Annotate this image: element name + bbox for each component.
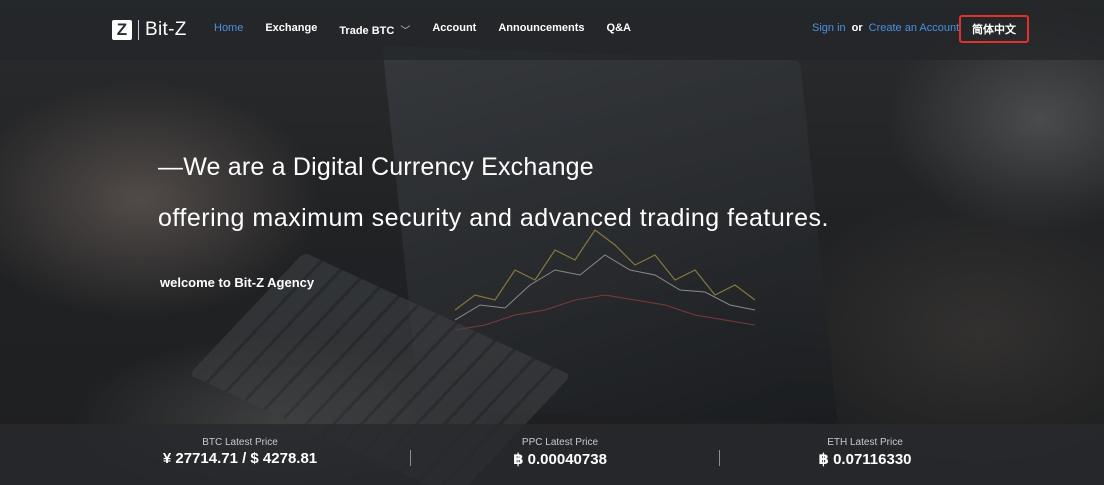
price-divider [410,450,411,466]
nav-item-home[interactable]: Home [214,22,243,37]
nav-item-trade-btc[interactable]: Trade BTC ﹀ [339,22,410,37]
price-divider [719,450,720,466]
language-switch-button[interactable]: 简体中文 [959,15,1029,43]
btc-price-value: ¥ 27714.71 / $ 4278.81 [162,450,318,467]
eth-price-block[interactable]: ETH Latest Price ฿ 0.07116330 [775,437,955,468]
create-account-link[interactable]: Create an Account [869,22,960,34]
ppc-price-label: PPC Latest Price [521,437,599,448]
btc-price-block[interactable]: BTC Latest Price ¥ 27714.71 / $ 4278.81 [140,437,340,467]
top-navbar: Z Bit-Z Home Exchange Trade BTC ﹀ Account… [0,0,1104,60]
hero-headline-line1: —We are a Digital Currency Exchange [158,153,594,181]
hero-overlay [0,0,1104,485]
sign-in-link[interactable]: Sign in [812,22,846,34]
nav-item-exchange[interactable]: Exchange [265,22,317,37]
or-text: or [851,22,863,34]
brand-logo[interactable]: Z Bit-Z [112,18,187,42]
nav-item-trade-btc-label: Trade BTC [339,25,395,37]
logo-divider [138,20,139,40]
ppc-price-block[interactable]: PPC Latest Price ฿ 0.00040738 [470,437,650,468]
nav-item-account[interactable]: Account [432,22,476,37]
brand-name: Bit-Z [145,19,187,40]
price-ticker-bar: BTC Latest Price ¥ 27714.71 / $ 4278.81 … [0,424,1104,485]
nav-item-announcements[interactable]: Announcements [498,22,584,37]
eth-price-value: ฿ 0.07116330 [818,451,912,468]
hero-welcome-text: welcome to Bit-Z Agency [160,275,315,290]
chevron-down-icon: ﹀ [400,26,411,37]
auth-links: Sign in or Create an Account [812,22,959,34]
btc-price-label: BTC Latest Price [202,437,278,448]
eth-price-label: ETH Latest Price [827,437,903,448]
nav-item-qa[interactable]: Q&A [607,22,631,37]
ppc-price-value: ฿ 0.00040738 [513,451,607,468]
hero-background [0,0,1104,485]
main-nav: Home Exchange Trade BTC ﹀ Account Announc… [214,22,653,37]
hero-headline-line2: offering maximum security and advanced t… [158,204,829,232]
logo-icon: Z [112,20,132,40]
